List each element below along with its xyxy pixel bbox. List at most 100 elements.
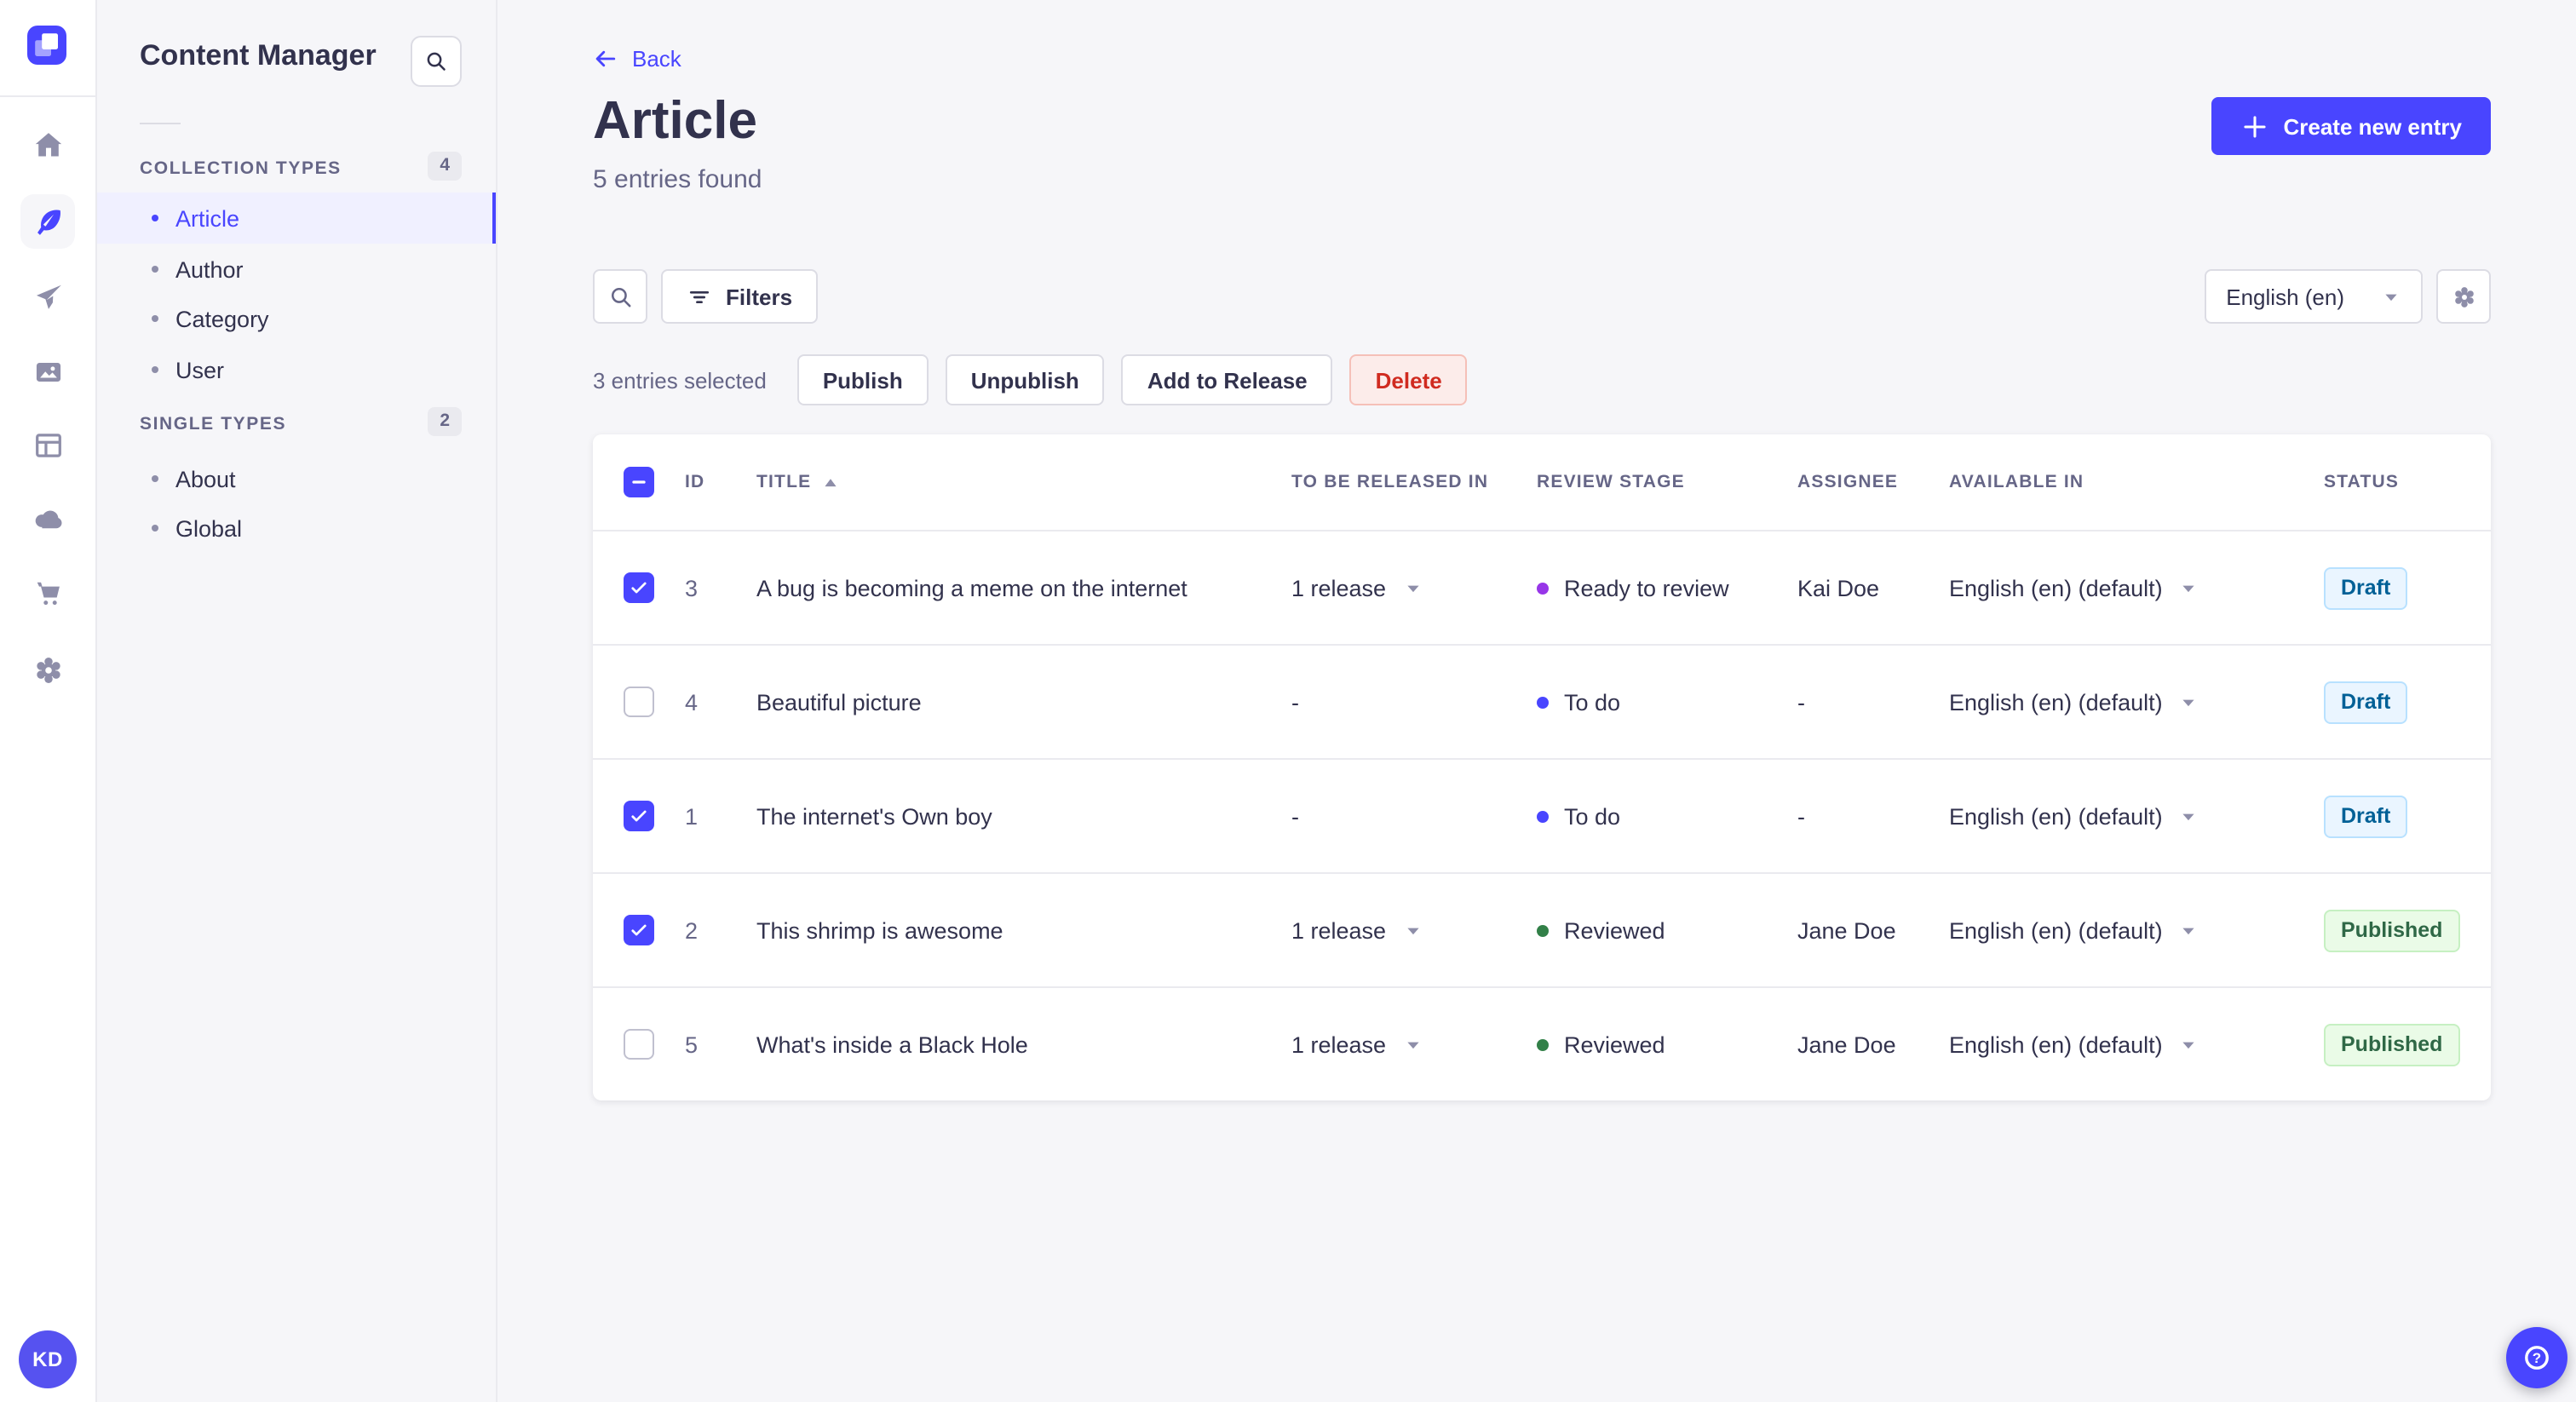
sidebar-item-author[interactable]: Author <box>97 244 496 295</box>
status-cell: Draft <box>2324 795 2491 837</box>
bullet-icon <box>152 215 158 221</box>
chevron-down-icon <box>2183 584 2195 592</box>
review-stage-cell: To do <box>1537 689 1797 715</box>
stage-label: To do <box>1564 803 1621 829</box>
marketplace-cart-icon[interactable] <box>20 566 75 620</box>
entry-id: 4 <box>685 689 699 715</box>
content-type-builder-icon[interactable] <box>20 417 75 472</box>
release-dropdown[interactable]: 1 release <box>1291 1031 1422 1057</box>
home-icon[interactable] <box>20 118 75 172</box>
select-all-checkbox[interactable] <box>624 467 654 497</box>
column-header-release[interactable]: TO BE RELEASED IN <box>1291 472 1537 492</box>
entries-count: 5 entries found <box>593 165 762 194</box>
table-header-row: ID TITLE TO BE RELEASED IN REVIEW STAGE … <box>593 434 2491 531</box>
check-icon <box>631 924 647 936</box>
column-header-status[interactable]: STATUS <box>2324 472 2491 492</box>
release-dropdown[interactable]: 1 release <box>1291 575 1422 600</box>
releases-icon[interactable] <box>20 269 75 324</box>
assignee-cell: - <box>1797 689 1805 715</box>
sidebar-item-label: Article <box>175 205 240 231</box>
release-dropdown[interactable]: 1 release <box>1291 917 1422 943</box>
column-header-review-stage[interactable]: REVIEW STAGE <box>1537 472 1797 492</box>
search-icon <box>610 286 630 307</box>
table-body: 3 A bug is becoming a meme on the interne… <box>593 531 2491 1100</box>
sidebar-item-label: About <box>175 466 236 491</box>
release-label: 1 release <box>1291 575 1387 600</box>
assignee-cell: - <box>1797 803 1805 829</box>
search-entries-button[interactable] <box>593 269 647 324</box>
row-checkbox[interactable] <box>624 687 654 717</box>
filters-button[interactable]: Filters <box>661 269 819 324</box>
available-in-cell: English (en) (default) <box>1949 803 2324 829</box>
locale-dropdown[interactable]: English (en) (default) <box>1949 1031 2199 1057</box>
row-checkbox[interactable] <box>624 801 654 831</box>
back-label: Back <box>632 46 681 72</box>
deploy-cloud-icon[interactable] <box>20 491 75 545</box>
sidebar-item-category[interactable]: Category <box>97 293 496 344</box>
status-cell: Published <box>2324 909 2491 951</box>
sidebar-item-label: Global <box>175 515 243 541</box>
publish-button[interactable]: Publish <box>796 354 929 405</box>
bullet-icon <box>152 315 158 322</box>
review-stage-cell: Reviewed <box>1537 1031 1797 1057</box>
chevron-down-icon <box>2183 698 2195 706</box>
sort-asc-icon <box>825 478 837 486</box>
table-row[interactable]: 5 What's inside a Black Hole 1 release Revi… <box>593 986 2491 1100</box>
sidebar-item-global[interactable]: Global <box>97 503 496 554</box>
page-title: Article <box>593 90 757 150</box>
column-header-title[interactable]: TITLE <box>756 472 1291 492</box>
release-cell: 1 release <box>1291 917 1537 943</box>
chevron-down-icon <box>2183 1041 2195 1049</box>
locale-selected-value: English (en) <box>2226 284 2344 309</box>
help-button[interactable]: ? <box>2506 1327 2567 1388</box>
table-row[interactable]: 1 The internet's Own boy - To do - English (e… <box>593 758 2491 872</box>
chevron-down-icon <box>2385 293 2397 301</box>
sidebar-item-about[interactable]: About <box>97 453 496 504</box>
user-avatar[interactable]: KD <box>19 1330 77 1388</box>
sidebar-item-article[interactable]: Article <box>97 192 496 244</box>
content-manager-icon[interactable] <box>20 194 75 249</box>
sidebar-search-button[interactable] <box>411 36 462 87</box>
table-row[interactable]: 4 Beautiful picture - To do - English (en) (d… <box>593 644 2491 758</box>
delete-button[interactable]: Delete <box>1349 354 1468 405</box>
locale-select[interactable]: English (en) <box>2204 269 2423 324</box>
bullet-icon <box>152 475 158 482</box>
locale-dropdown[interactable]: English (en) (default) <box>1949 803 2199 829</box>
column-header-available-in[interactable]: AVAILABLE IN <box>1949 472 2324 492</box>
available-in-cell: English (en) (default) <box>1949 689 2324 715</box>
unpublish-button[interactable]: Unpublish <box>945 354 1105 405</box>
back-link[interactable]: Back <box>593 46 681 72</box>
release-cell: - <box>1291 803 1299 829</box>
column-header-assignee[interactable]: ASSIGNEE <box>1797 472 1949 492</box>
sidebar-title: Content Manager <box>140 39 377 72</box>
row-checkbox[interactable] <box>624 915 654 945</box>
table-row[interactable]: 2 This shrimp is awesome 1 release Reviewed… <box>593 872 2491 986</box>
available-in-cell: English (en) (default) <box>1949 1031 2324 1057</box>
strapi-logo[interactable] <box>27 26 66 65</box>
entry-id: 1 <box>685 803 699 829</box>
locale-dropdown[interactable]: English (en) (default) <box>1949 575 2199 600</box>
view-settings-button[interactable] <box>2436 269 2491 324</box>
stage-dot-icon <box>1537 696 1549 708</box>
chevron-down-icon <box>1406 927 1418 934</box>
locale-label: English (en) (default) <box>1949 803 2163 829</box>
settings-gear-icon[interactable] <box>20 642 75 697</box>
locale-dropdown[interactable]: English (en) (default) <box>1949 689 2199 715</box>
selection-bar: 3 entries selected Publish Unpublish Add… <box>593 354 1468 405</box>
sidebar-item-user[interactable]: User <box>97 344 496 395</box>
assignee-cell: Kai Doe <box>1797 575 1880 600</box>
locale-dropdown[interactable]: English (en) (default) <box>1949 917 2199 943</box>
media-library-icon[interactable] <box>20 344 75 399</box>
single-types-count: 2 <box>428 407 462 436</box>
create-new-entry-button[interactable]: Create new entry <box>2211 97 2491 155</box>
strapi-admin: KD Content Manager COLLECTION TYPES 4 Ar… <box>0 0 2576 1402</box>
stage-label: Reviewed <box>1564 917 1665 943</box>
column-header-id[interactable]: ID <box>685 472 756 492</box>
row-checkbox[interactable] <box>624 1029 654 1060</box>
row-checkbox[interactable] <box>624 572 654 603</box>
stage-dot-icon <box>1537 924 1549 936</box>
table-row[interactable]: 3 A bug is becoming a meme on the interne… <box>593 531 2491 644</box>
svg-text:?: ? <box>2533 1350 2541 1366</box>
add-to-release-button[interactable]: Add to Release <box>1121 354 1333 405</box>
main-area: Back Article 5 entries found Create new … <box>497 0 2576 1402</box>
